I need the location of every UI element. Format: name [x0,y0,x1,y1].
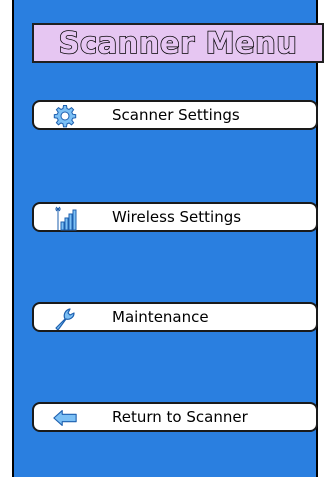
return-to-scanner-label: Return to Scanner [112,408,248,426]
back-arrow-icon [52,406,78,430]
gear-icon [52,104,78,128]
return-to-scanner-button[interactable]: Return to Scanner [32,402,318,432]
wireless-settings-label: Wireless Settings [112,208,242,226]
page-title: Scanner Menu [58,25,298,61]
scanner-settings-button[interactable]: Scanner Settings [32,100,318,130]
maintenance-label: Maintenance [112,308,209,326]
wireless-signal-icon [52,206,78,231]
scanner-menu-screen: Scanner Menu Scanner Settings Wireless S… [12,0,324,477]
title-bar: Scanner Menu [32,23,324,63]
maintenance-button[interactable]: Maintenance [32,302,318,332]
wireless-settings-button[interactable]: Wireless Settings [32,202,318,232]
wrench-icon [52,306,78,330]
scanner-settings-label: Scanner Settings [112,106,240,124]
